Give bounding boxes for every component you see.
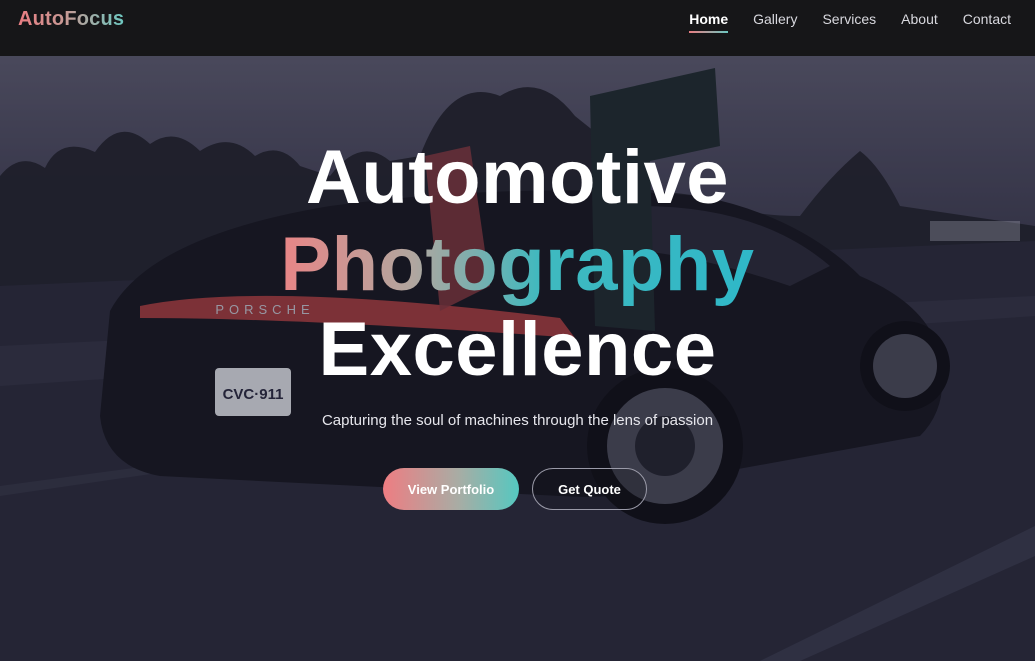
brand-logo-part1: Auto: [18, 8, 65, 30]
hero-headline-line1: Automotive: [306, 135, 729, 220]
get-quote-button[interactable]: Get Quote: [532, 468, 647, 510]
landing-page: AutoFocus Home Gallery Services About Co…: [0, 0, 1035, 661]
nav-links: Home Gallery Services About Contact: [664, 11, 1011, 33]
nav-link-contact[interactable]: Contact: [963, 11, 1011, 33]
top-navbar: AutoFocus Home Gallery Services About Co…: [0, 0, 1035, 56]
get-quote-label: Get Quote: [558, 481, 621, 497]
brand-logo[interactable]: AutoFocus: [18, 8, 124, 31]
brand-logo-part2: Focus: [64, 8, 125, 30]
nav-link-about[interactable]: About: [901, 11, 938, 33]
nav-link-gallery[interactable]: Gallery: [753, 11, 797, 33]
hero-headline-gradient-word: Photography: [280, 222, 755, 307]
nav-link-services[interactable]: Services: [822, 11, 876, 33]
hero-tagline: Capturing the soul of machines through t…: [321, 412, 714, 429]
nav-link-home[interactable]: Home: [689, 11, 728, 33]
hero-headline-line2: Photography: [0, 227, 1035, 303]
view-portfolio-button[interactable]: View Portfolio: [383, 468, 519, 510]
view-portfolio-label: View Portfolio: [407, 481, 495, 497]
hero-headline-line3: Excellence: [318, 307, 717, 392]
